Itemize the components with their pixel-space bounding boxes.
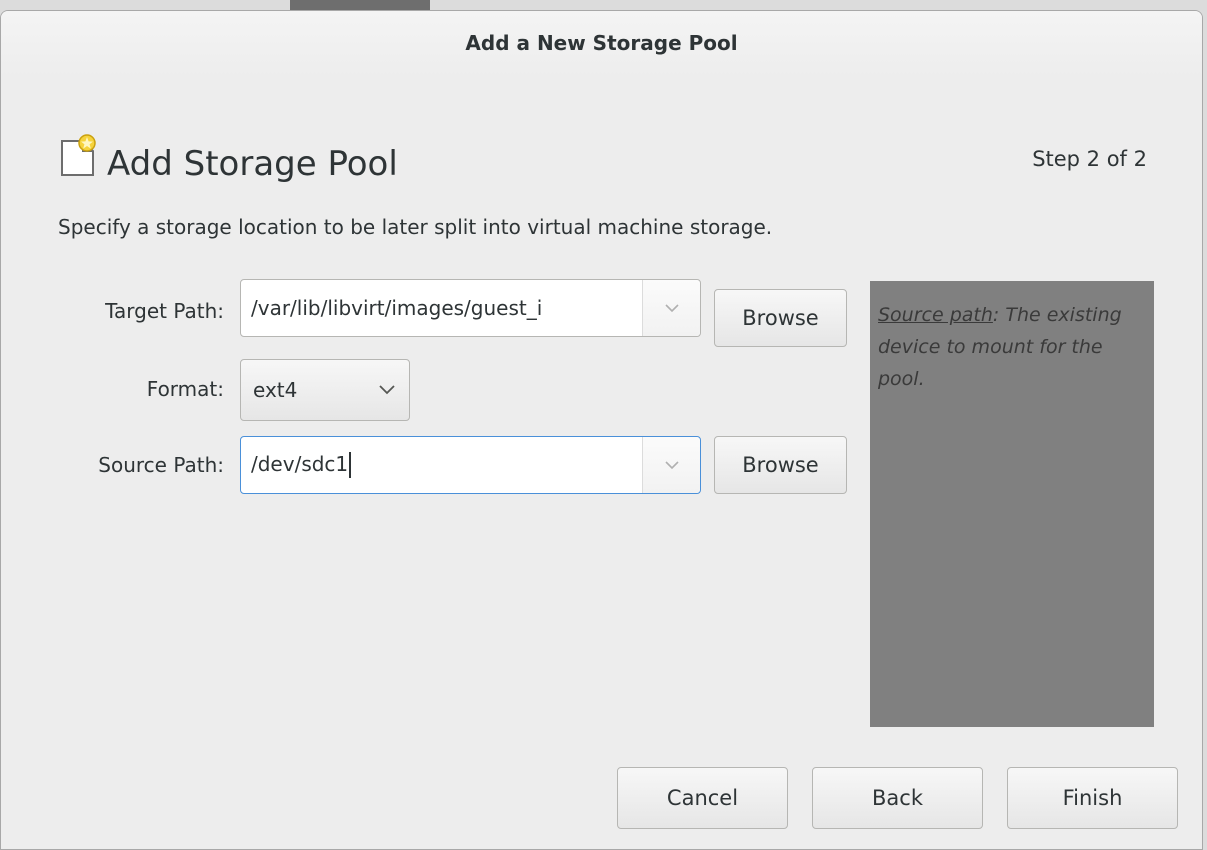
chevron-down-icon bbox=[664, 303, 679, 312]
source-path-combo[interactable]: /dev/sdc1 bbox=[240, 436, 701, 494]
window-title: Add a New Storage Pool bbox=[465, 31, 738, 55]
target-path-input[interactable]: /var/lib/libvirt/images/guest_i bbox=[241, 296, 642, 320]
cancel-button[interactable]: Cancel bbox=[617, 767, 788, 829]
target-path-combo[interactable]: /var/lib/libvirt/images/guest_i bbox=[240, 279, 701, 337]
source-path-input[interactable]: /dev/sdc1 bbox=[241, 452, 642, 479]
help-panel: Source path: The existing device to moun… bbox=[870, 281, 1154, 727]
step-indicator: Step 2 of 2 bbox=[1032, 147, 1147, 171]
dialog-window: Add a New Storage Pool Add Storage Pool … bbox=[0, 10, 1203, 850]
source-path-value: /dev/sdc1 bbox=[251, 451, 349, 476]
window-top-strip bbox=[290, 0, 430, 10]
back-button[interactable]: Back bbox=[812, 767, 983, 829]
chevron-down-icon bbox=[664, 460, 679, 469]
target-path-label: Target Path: bbox=[105, 299, 224, 323]
finish-button[interactable]: Finish bbox=[1007, 767, 1178, 829]
titlebar[interactable]: Add a New Storage Pool bbox=[1, 11, 1202, 77]
source-path-browse-button[interactable]: Browse bbox=[714, 436, 847, 494]
format-select[interactable]: ext4 bbox=[240, 359, 410, 421]
new-document-icon bbox=[59, 133, 99, 179]
source-path-label: Source Path: bbox=[98, 453, 224, 477]
help-term: Source path bbox=[878, 304, 993, 326]
format-selected-value: ext4 bbox=[253, 378, 298, 402]
source-path-dropdown-button[interactable] bbox=[642, 437, 700, 493]
page-description: Specify a storage location to be later s… bbox=[58, 215, 773, 239]
text-caret bbox=[349, 452, 352, 479]
page-title: Add Storage Pool bbox=[107, 144, 398, 184]
page-header: Add Storage Pool bbox=[59, 133, 398, 184]
chevron-down-icon bbox=[379, 385, 395, 395]
format-label: Format: bbox=[146, 377, 224, 401]
target-path-dropdown-button[interactable] bbox=[642, 280, 700, 336]
target-path-browse-button[interactable]: Browse bbox=[714, 289, 847, 347]
